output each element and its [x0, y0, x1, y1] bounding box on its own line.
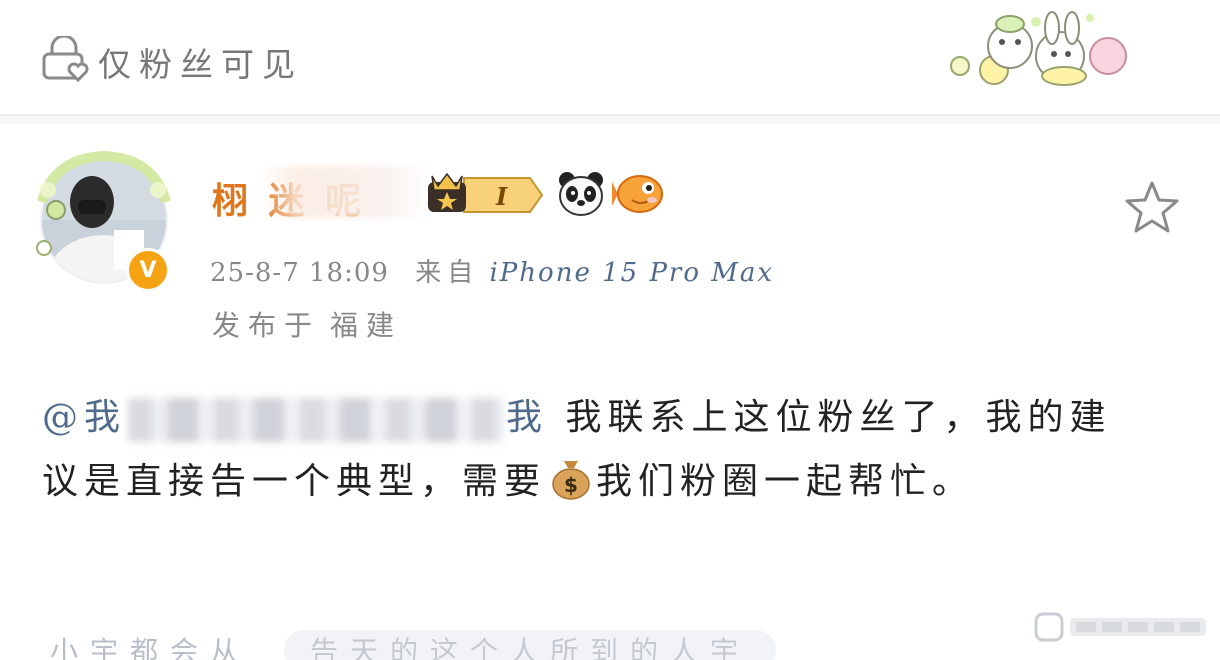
post-text-part-2: 我们粉圈一起帮忙。	[596, 461, 975, 502]
redacted-username	[262, 166, 432, 218]
favorite-star-icon[interactable]	[1124, 180, 1180, 234]
post-location: 发布于 福建	[212, 304, 402, 344]
faded-pill-text: 告天的这个人所到的人宇	[284, 630, 777, 660]
post-meta: 25-8-7 18:09 来自 iPhone 15 Pro Max	[210, 252, 774, 289]
mention-end[interactable]: 我	[506, 397, 548, 438]
mention-start[interactable]: @我	[42, 397, 126, 438]
faded-text: 小宇都会从	[50, 635, 251, 660]
location-prefix: 发布于	[212, 309, 321, 342]
bunny-bear-flowers-sticker	[950, 11, 1127, 86]
location-name: 福建	[330, 309, 403, 342]
verified-badge: V	[126, 248, 170, 292]
panda-icon	[559, 172, 603, 216]
cropped-next-line: 小宇都会从 告天的这个人所到的人宇	[50, 630, 910, 660]
visibility-header: 仅粉丝可见	[0, 0, 1220, 116]
money-bag-icon: $	[552, 461, 590, 500]
section-divider	[0, 116, 1220, 124]
redacted-mention	[128, 398, 505, 442]
device-link[interactable]: iPhone 15 Pro Max	[489, 258, 774, 288]
post-timestamp: 25-8-7 18:09	[210, 258, 389, 288]
crown-level-badge[interactable]: I	[424, 172, 544, 218]
level-letter: I	[495, 182, 508, 211]
fans-only-label: 仅粉丝可见	[98, 45, 303, 84]
mention-link[interactable]: @我 我	[42, 397, 548, 442]
post-content: @我我 我联系上这位粉丝了，我的建议是直接告一个典型，需要 $ 我们粉圈一起帮忙…	[42, 386, 1142, 514]
svg-text:$: $	[564, 473, 584, 497]
source-prefix: 来自	[415, 258, 480, 288]
lock-heart-icon	[42, 36, 89, 82]
fish-icon	[612, 175, 663, 213]
watermark-logo	[1034, 612, 1206, 642]
